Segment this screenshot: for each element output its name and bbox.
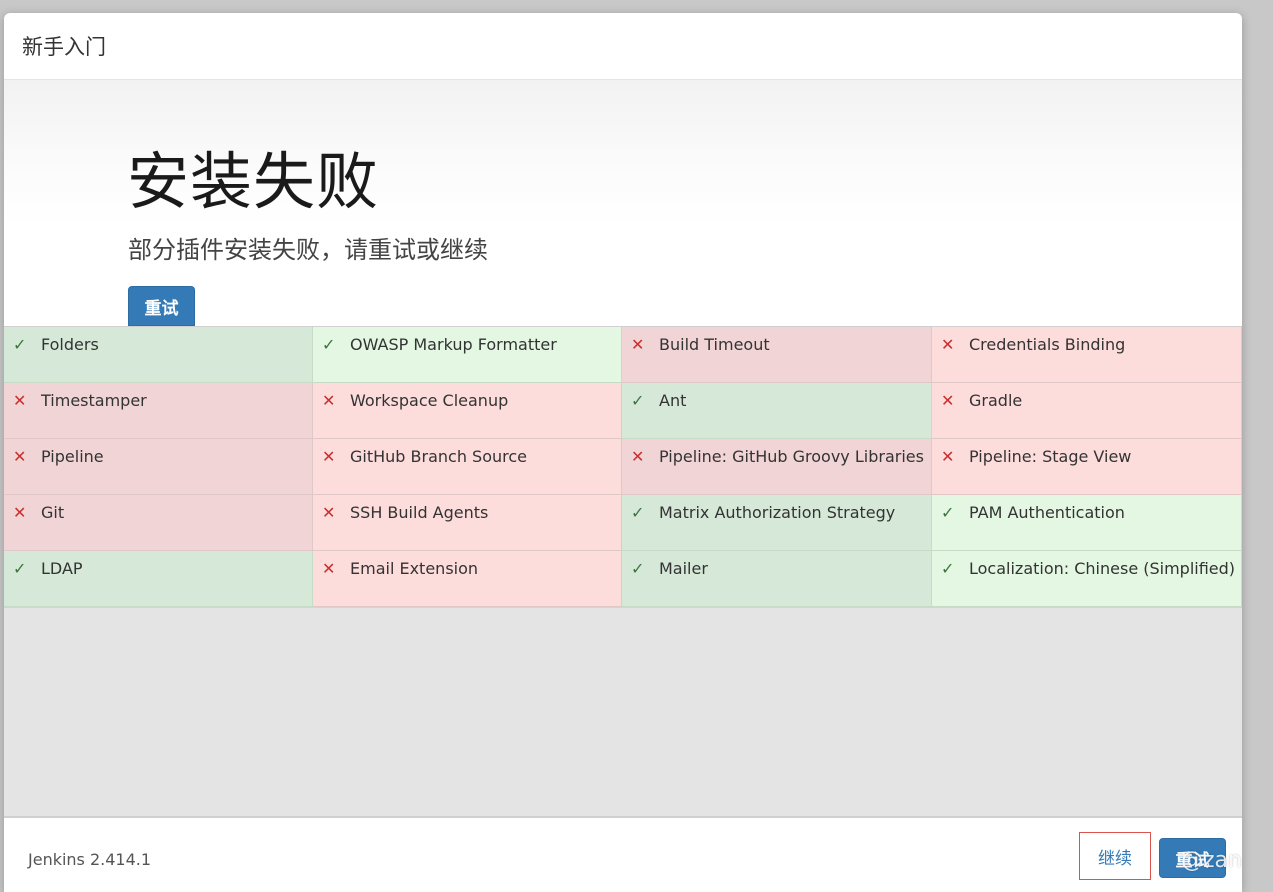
- empty-panel-area: [4, 607, 1242, 818]
- plugin-name: Workspace Cleanup: [350, 391, 509, 410]
- cross-icon: ✕: [941, 335, 955, 354]
- plugin-item: ✕ Pipeline: Stage View: [932, 439, 1242, 495]
- plugin-item: ✓ Matrix Authorization Strategy: [622, 495, 932, 551]
- plugin-item: ✕ SSH Build Agents: [313, 495, 622, 551]
- check-icon: ✓: [631, 391, 645, 410]
- cross-icon: ✕: [322, 391, 336, 410]
- plugin-status-grid: ✓ Folders ✓ OWASP Markup Formatter ✕ Build Ti…: [4, 326, 1242, 607]
- jenkins-version: Jenkins 2.414.1: [28, 850, 152, 869]
- cross-icon: ✕: [631, 335, 645, 354]
- install-failed-heading: 安装失败: [127, 145, 380, 218]
- cross-icon: ✕: [941, 447, 955, 466]
- plugin-item: ✕ Workspace Cleanup: [313, 383, 622, 439]
- cross-icon: ✕: [322, 503, 336, 522]
- plugin-name: LDAP: [41, 559, 83, 578]
- check-icon: ✓: [13, 559, 27, 578]
- retry-button-top[interactable]: 重试: [128, 286, 195, 326]
- check-icon: ✓: [941, 503, 955, 522]
- plugin-name: Credentials Binding: [969, 335, 1126, 354]
- plugin-name: OWASP Markup Formatter: [350, 335, 557, 354]
- plugin-name: Matrix Authorization Strategy: [659, 503, 896, 522]
- cross-icon: ✕: [322, 559, 336, 578]
- modal-footer: Jenkins 2.414.1 继续 重试: [4, 818, 1242, 892]
- plugin-item: ✕ Pipeline: GitHub Groovy Libraries: [622, 439, 932, 495]
- cross-icon: ✕: [322, 447, 336, 466]
- plugin-name: Timestamper: [41, 391, 147, 410]
- plugin-name: GitHub Branch Source: [350, 447, 528, 466]
- plugin-name: PAM Authentication: [969, 503, 1125, 522]
- plugin-name: Pipeline: Stage View: [969, 447, 1132, 466]
- plugin-name: Build Timeout: [659, 335, 770, 354]
- plugin-name: Pipeline: [41, 447, 104, 466]
- check-icon: ✓: [322, 335, 336, 354]
- plugin-item: ✕ Pipeline: [4, 439, 313, 495]
- modal-title: 新手入门: [22, 35, 106, 59]
- plugin-name: Pipeline: GitHub Groovy Libraries: [659, 447, 924, 466]
- cross-icon: ✕: [13, 391, 27, 410]
- plugin-name: Ant: [659, 391, 687, 410]
- plugin-item: ✕ Git: [4, 495, 313, 551]
- cross-icon: ✕: [631, 447, 645, 466]
- plugin-item: ✓ OWASP Markup Formatter: [313, 327, 622, 383]
- plugin-item: ✕ Credentials Binding: [932, 327, 1242, 383]
- plugin-name: Git: [41, 503, 65, 522]
- setup-wizard-modal: 新手入门 安装失败 部分插件安装失败，请重试或继续 重试 ✓ Folders ✓ OW…: [4, 13, 1242, 892]
- check-icon: ✓: [941, 559, 955, 578]
- plugin-item: ✕ Email Extension: [313, 551, 622, 607]
- cross-icon: ✕: [941, 391, 955, 410]
- plugin-item: ✕ GitHub Branch Source: [313, 439, 622, 495]
- plugin-name: Localization: Chinese (Simplified): [969, 559, 1236, 578]
- plugin-item: ✓ Localization: Chinese (Simplified): [932, 551, 1242, 607]
- plugin-item: ✕ Build Timeout: [622, 327, 932, 383]
- plugin-name: Mailer: [659, 559, 708, 578]
- cross-icon: ✕: [13, 503, 27, 522]
- plugin-name: SSH Build Agents: [350, 503, 489, 522]
- plugin-item: ✓ Ant: [622, 383, 932, 439]
- check-icon: ✓: [631, 503, 645, 522]
- install-failed-message: 部分插件安装失败，请重试或继续: [128, 236, 488, 264]
- plugin-item: ✓ Folders: [4, 327, 313, 383]
- plugin-name: Email Extension: [350, 559, 479, 578]
- plugin-item: ✓ Mailer: [622, 551, 932, 607]
- plugin-name: Gradle: [969, 391, 1023, 410]
- plugin-name: Folders: [41, 335, 99, 354]
- install-result-hero: 安装失败 部分插件安装失败，请重试或继续 重试: [4, 80, 1242, 326]
- plugin-item: ✓ LDAP: [4, 551, 313, 607]
- watermark-text: @zan: [1181, 848, 1242, 873]
- check-icon: ✓: [13, 335, 27, 354]
- plugin-item: ✕ Gradle: [932, 383, 1242, 439]
- plugin-item: ✓ PAM Authentication: [932, 495, 1242, 551]
- cross-icon: ✕: [13, 447, 27, 466]
- check-icon: ✓: [631, 559, 645, 578]
- continue-button[interactable]: 继续: [1079, 832, 1151, 880]
- modal-header: 新手入门: [4, 13, 1242, 80]
- plugin-item: ✕ Timestamper: [4, 383, 313, 439]
